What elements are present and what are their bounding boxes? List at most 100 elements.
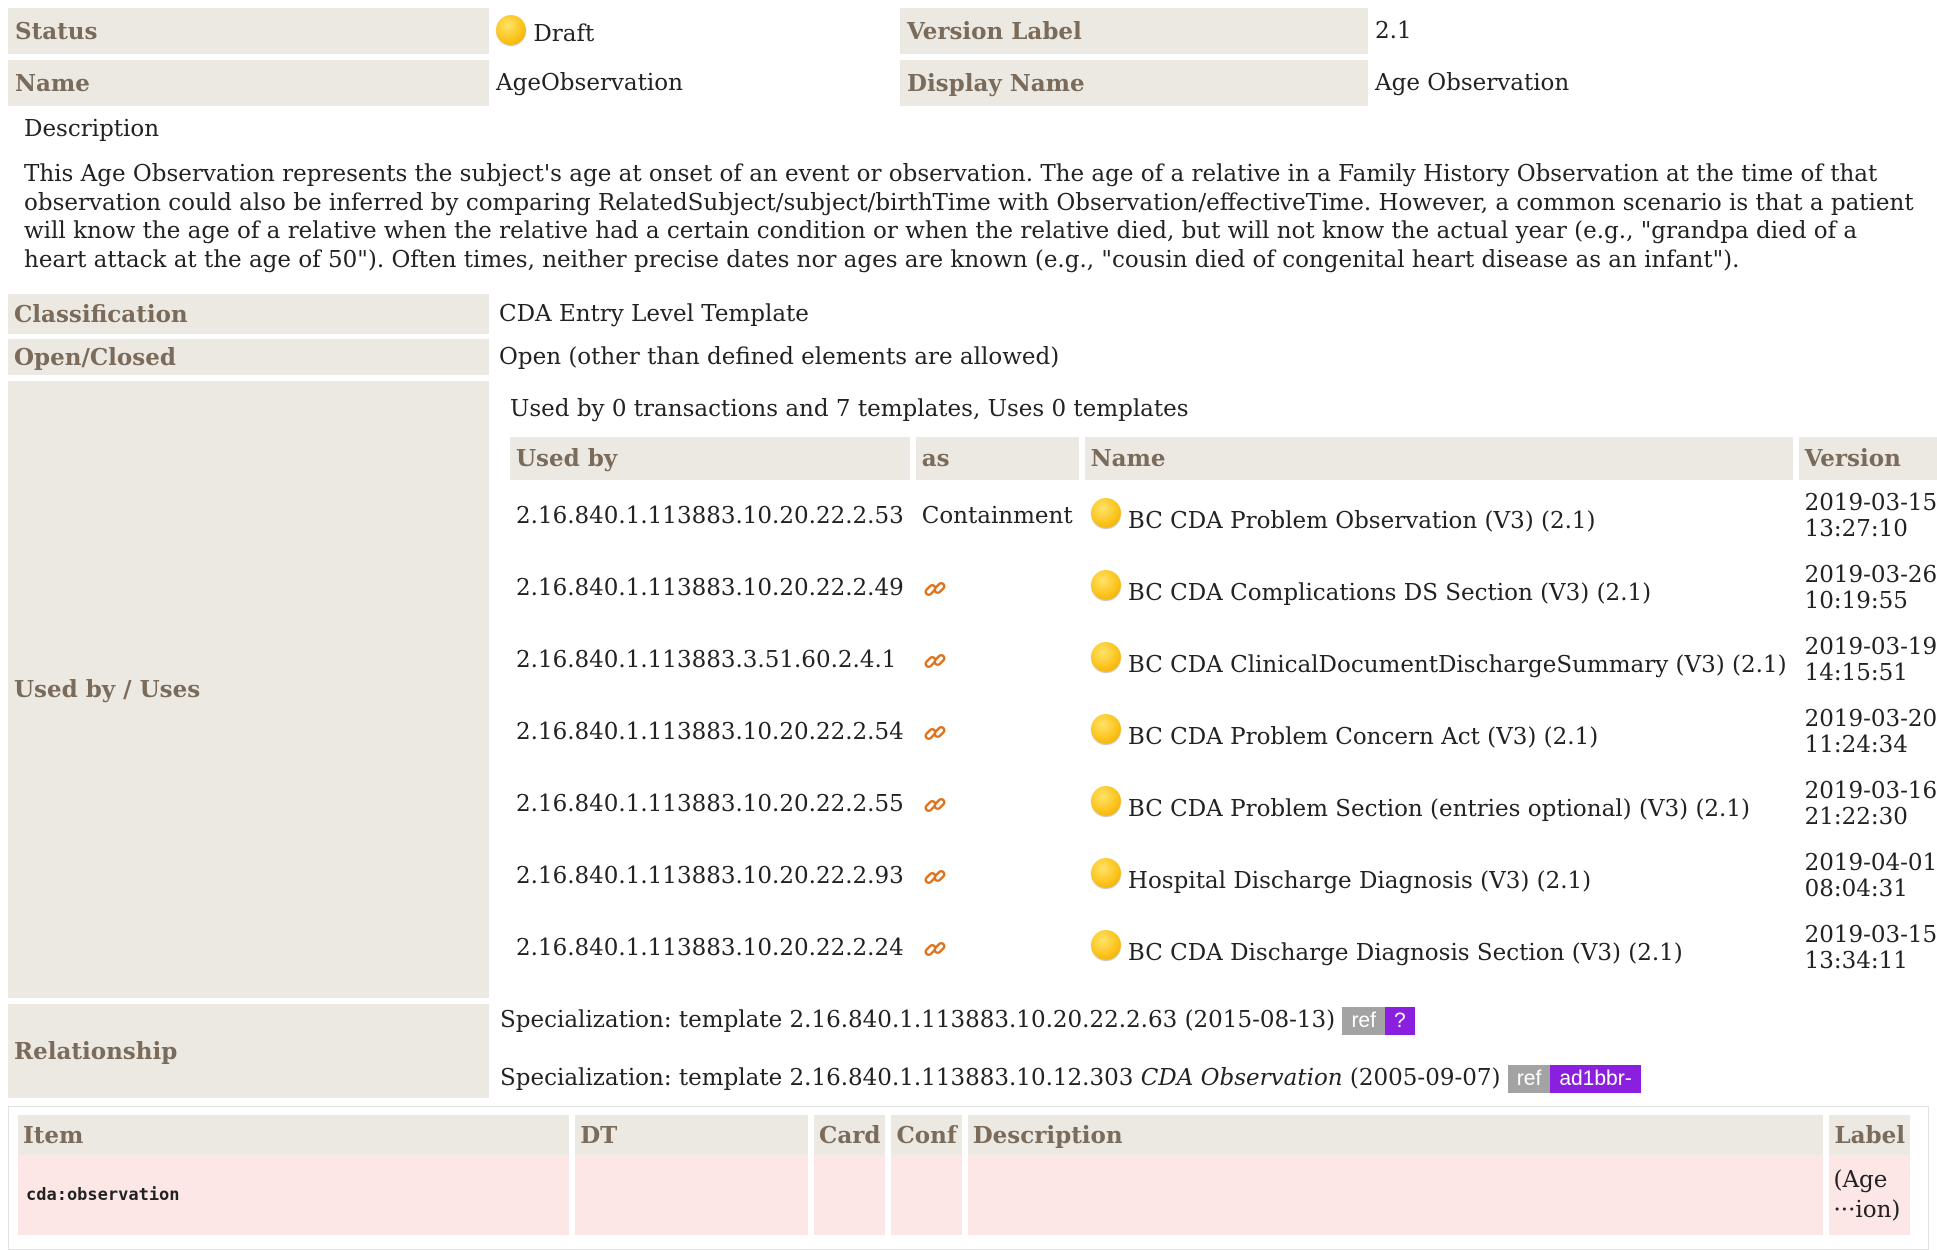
version-time: 13:34:11: [1804, 948, 1908, 974]
name-cell[interactable]: BC CDA Problem Concern Act (V3) (2.1): [1085, 696, 1793, 768]
as-cell: Containment: [921, 503, 1073, 529]
name-cell[interactable]: BC CDA Problem Observation (V3) (2.1): [1085, 480, 1793, 552]
template-name[interactable]: BC CDA Complications DS Section (V3) (2.…: [1128, 580, 1651, 606]
description-text: This Age Observation represents the subj…: [24, 161, 1914, 273]
name-cell[interactable]: BC CDA Problem Section (entries optional…: [1085, 768, 1793, 840]
col-dt: DT: [575, 1115, 809, 1155]
version-cell: 2019-03-15 13:34:11: [1799, 912, 1937, 984]
description-cell: [967, 1155, 1824, 1235]
link-icon[interactable]: [922, 792, 948, 818]
link-icon[interactable]: [922, 720, 948, 746]
col-used-by: Used by: [510, 437, 910, 480]
label-line-1: (Age: [1833, 1167, 1888, 1193]
display-name-value: Age Observation: [1375, 70, 1570, 96]
open-closed-value: Open (other than defined elements are al…: [499, 344, 1060, 370]
specialization-1-text: Specialization: template 2.16.840.1.1138…: [500, 1007, 1336, 1033]
oid-cell: 2.16.840.1.113883.10.20.22.2.54: [516, 719, 904, 745]
draft-status-icon: [1090, 498, 1121, 528]
version-cell: 2019-03-20 11:24:34: [1799, 696, 1937, 768]
status-value: Draft: [489, 8, 900, 54]
version-time: 10:19:55: [1804, 588, 1908, 614]
ref-button[interactable]: ref: [1507, 1065, 1551, 1093]
classification-row: Classification CDA Entry Level Template: [8, 294, 1929, 334]
draft-status-icon: [1090, 570, 1121, 600]
table-row: 2.16.840.1.113883.10.20.22.2.93 Hospital…: [510, 840, 1937, 912]
version-date: 2019-03-19: [1804, 634, 1937, 660]
col-card: Card: [814, 1115, 886, 1155]
template-name[interactable]: Hospital Discharge Diagnosis (V3) (2.1): [1128, 868, 1591, 894]
link-icon[interactable]: [922, 864, 948, 890]
template-name[interactable]: BC CDA Discharge Diagnosis Section (V3) …: [1128, 940, 1683, 966]
version-label-value: 2.1: [1375, 18, 1412, 44]
name-label: Name: [8, 60, 489, 106]
table-row: cda:observation (Age ···ion): [18, 1155, 1910, 1235]
version-time: 08:04:31: [1804, 876, 1908, 902]
draft-status-icon: [1090, 858, 1121, 888]
col-item: Item: [18, 1115, 570, 1155]
version-cell: 2019-03-16 21:22:30: [1799, 768, 1937, 840]
template-name[interactable]: BC CDA ClinicalDocumentDischargeSummary …: [1128, 652, 1787, 678]
ref-button[interactable]: ref: [1342, 1007, 1385, 1035]
name-value: AgeObservation: [496, 70, 683, 96]
template-name[interactable]: BC CDA Problem Section (entries optional…: [1128, 796, 1750, 822]
draft-status-icon: [1090, 714, 1121, 744]
version-time: 11:24:34: [1804, 732, 1908, 758]
draft-status-icon: [496, 15, 526, 45]
specialization-2-text: Specialization: template 2.16.840.1.1138…: [500, 1065, 1134, 1091]
as-cell: [916, 840, 1079, 912]
table-row: 2.16.840.1.113883.3.51.60.2.4.1 BC CDA C…: [510, 624, 1937, 696]
version-time: 13:27:10: [1804, 516, 1908, 542]
used-by-label: Used by / Uses: [8, 381, 489, 998]
link-icon[interactable]: [922, 576, 948, 602]
link-icon[interactable]: [922, 648, 948, 674]
col-conf: Conf: [891, 1115, 962, 1155]
name-cell[interactable]: BC CDA Complications DS Section (V3) (2.…: [1085, 552, 1793, 624]
relationship-label: Relationship: [8, 1004, 489, 1098]
conf-cell: [891, 1155, 962, 1235]
template-name[interactable]: BC CDA Problem Concern Act (V3) (2.1): [1128, 724, 1598, 750]
used-by-table: Used by as Name Version 2.16.840.1.11388…: [504, 437, 1937, 984]
card-cell: [814, 1155, 886, 1235]
prefix-tag[interactable]: ad1bbr-: [1550, 1065, 1641, 1093]
link-icon[interactable]: [922, 936, 948, 962]
name-cell[interactable]: BC CDA Discharge Diagnosis Section (V3) …: [1085, 912, 1793, 984]
oid-cell: 2.16.840.1.113883.10.20.22.2.93: [516, 863, 904, 889]
prefix-tag[interactable]: ?: [1384, 1007, 1415, 1035]
specialization-2: Specialization: template 2.16.840.1.1138…: [500, 1065, 1641, 1093]
item-table: Item DT Card Conf Description Label cda:…: [12, 1115, 1916, 1235]
item-cell: cda:observation: [18, 1155, 570, 1235]
open-closed-label: Open/Closed: [8, 339, 489, 375]
as-cell: [916, 768, 1079, 840]
version-cell: 2019-03-26 10:19:55: [1799, 552, 1937, 624]
oid-cell: 2.16.840.1.113883.10.20.22.2.24: [516, 935, 904, 961]
table-row: 2.16.840.1.113883.10.20.22.2.54 BC CDA P…: [510, 696, 1937, 768]
col-description: Description: [967, 1115, 1824, 1155]
version-date: 2019-03-20: [1804, 706, 1937, 732]
display-name-label: Display Name: [900, 60, 1368, 106]
name-cell[interactable]: Hospital Discharge Diagnosis (V3) (2.1): [1085, 840, 1793, 912]
version-date: 2019-04-01: [1804, 850, 1937, 876]
version-date: 2019-03-15: [1804, 922, 1937, 948]
used-by-summary: Used by 0 transactions and 7 templates, …: [510, 396, 1189, 422]
as-cell: [916, 696, 1079, 768]
specialization-2-name[interactable]: CDA Observation: [1141, 1065, 1343, 1091]
table-row: 2.16.840.1.113883.10.20.22.2.24 BC CDA D…: [510, 912, 1937, 984]
label-cell: (Age ···ion): [1829, 1155, 1910, 1235]
table-row: 2.16.840.1.113883.10.20.22.2.53 Containm…: [510, 480, 1937, 552]
header-table: Status Draft Version Label 2.1 Name AgeO…: [8, 2, 1929, 112]
version-time: 14:15:51: [1804, 660, 1908, 686]
name-cell[interactable]: BC CDA ClinicalDocumentDischargeSummary …: [1085, 624, 1793, 696]
version-label-label: Version Label: [900, 8, 1368, 54]
oid-cell: 2.16.840.1.113883.10.20.22.2.53: [516, 503, 904, 529]
col-name: Name: [1084, 437, 1793, 480]
col-label: Label: [1829, 1115, 1910, 1155]
draft-status-icon: [1090, 786, 1121, 816]
item-table-container: Item DT Card Conf Description Label cda:…: [8, 1106, 1929, 1250]
status-label: Status: [8, 8, 489, 54]
version-cell: 2019-03-19 14:15:51: [1799, 624, 1937, 696]
dt-cell: [575, 1155, 809, 1235]
col-as: as: [915, 437, 1079, 480]
version-cell: 2019-04-01 08:04:31: [1799, 840, 1937, 912]
template-name[interactable]: BC CDA Problem Observation (V3) (2.1): [1128, 508, 1596, 534]
as-cell: [916, 912, 1079, 984]
